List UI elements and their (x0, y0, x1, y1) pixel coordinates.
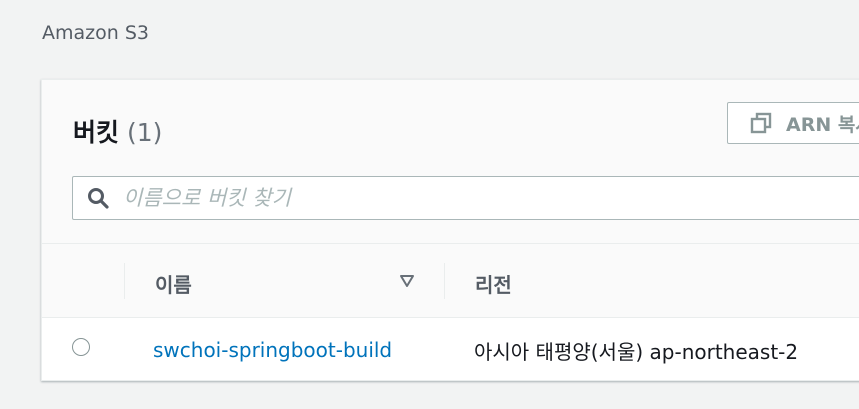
copy-icon (750, 112, 772, 134)
bucket-region: 아시아 태평양(서울) ap-northeast-2 (474, 340, 799, 364)
breadcrumb[interactable]: Amazon S3 (42, 22, 149, 44)
copy-arn-button[interactable]: ARN 복사 (727, 102, 859, 144)
row-select-radio[interactable] (72, 338, 90, 356)
panel-title: 버킷 (1) (73, 113, 162, 149)
table-row[interactable]: swchoi-springboot-build 아시아 태평양(서울) ap-n… (42, 318, 859, 380)
bucket-count: (1) (127, 118, 163, 147)
bucket-search-input[interactable] (123, 186, 823, 210)
copy-arn-label: ARN 복사 (786, 113, 859, 136)
panel-header: 버킷(1) ARN 복사 (42, 80, 859, 244)
column-divider[interactable] (124, 263, 125, 299)
column-header-name[interactable]: 이름 (155, 269, 192, 298)
breadcrumb-service-link[interactable]: Amazon S3 (42, 22, 149, 44)
sort-descending-icon[interactable] (399, 273, 415, 289)
buckets-panel: 버킷(1) ARN 복사 이름 리전 swchoi-springboot-b (41, 79, 859, 381)
search-icon (88, 188, 109, 209)
column-divider[interactable] (444, 263, 445, 299)
table-header: 이름 리전 (42, 244, 859, 318)
bucket-search[interactable] (72, 176, 859, 220)
bucket-name-link[interactable]: swchoi-springboot-build (153, 338, 392, 362)
column-header-region[interactable]: 리전 (475, 269, 512, 298)
panel-title-text: 버킷 (73, 118, 120, 147)
